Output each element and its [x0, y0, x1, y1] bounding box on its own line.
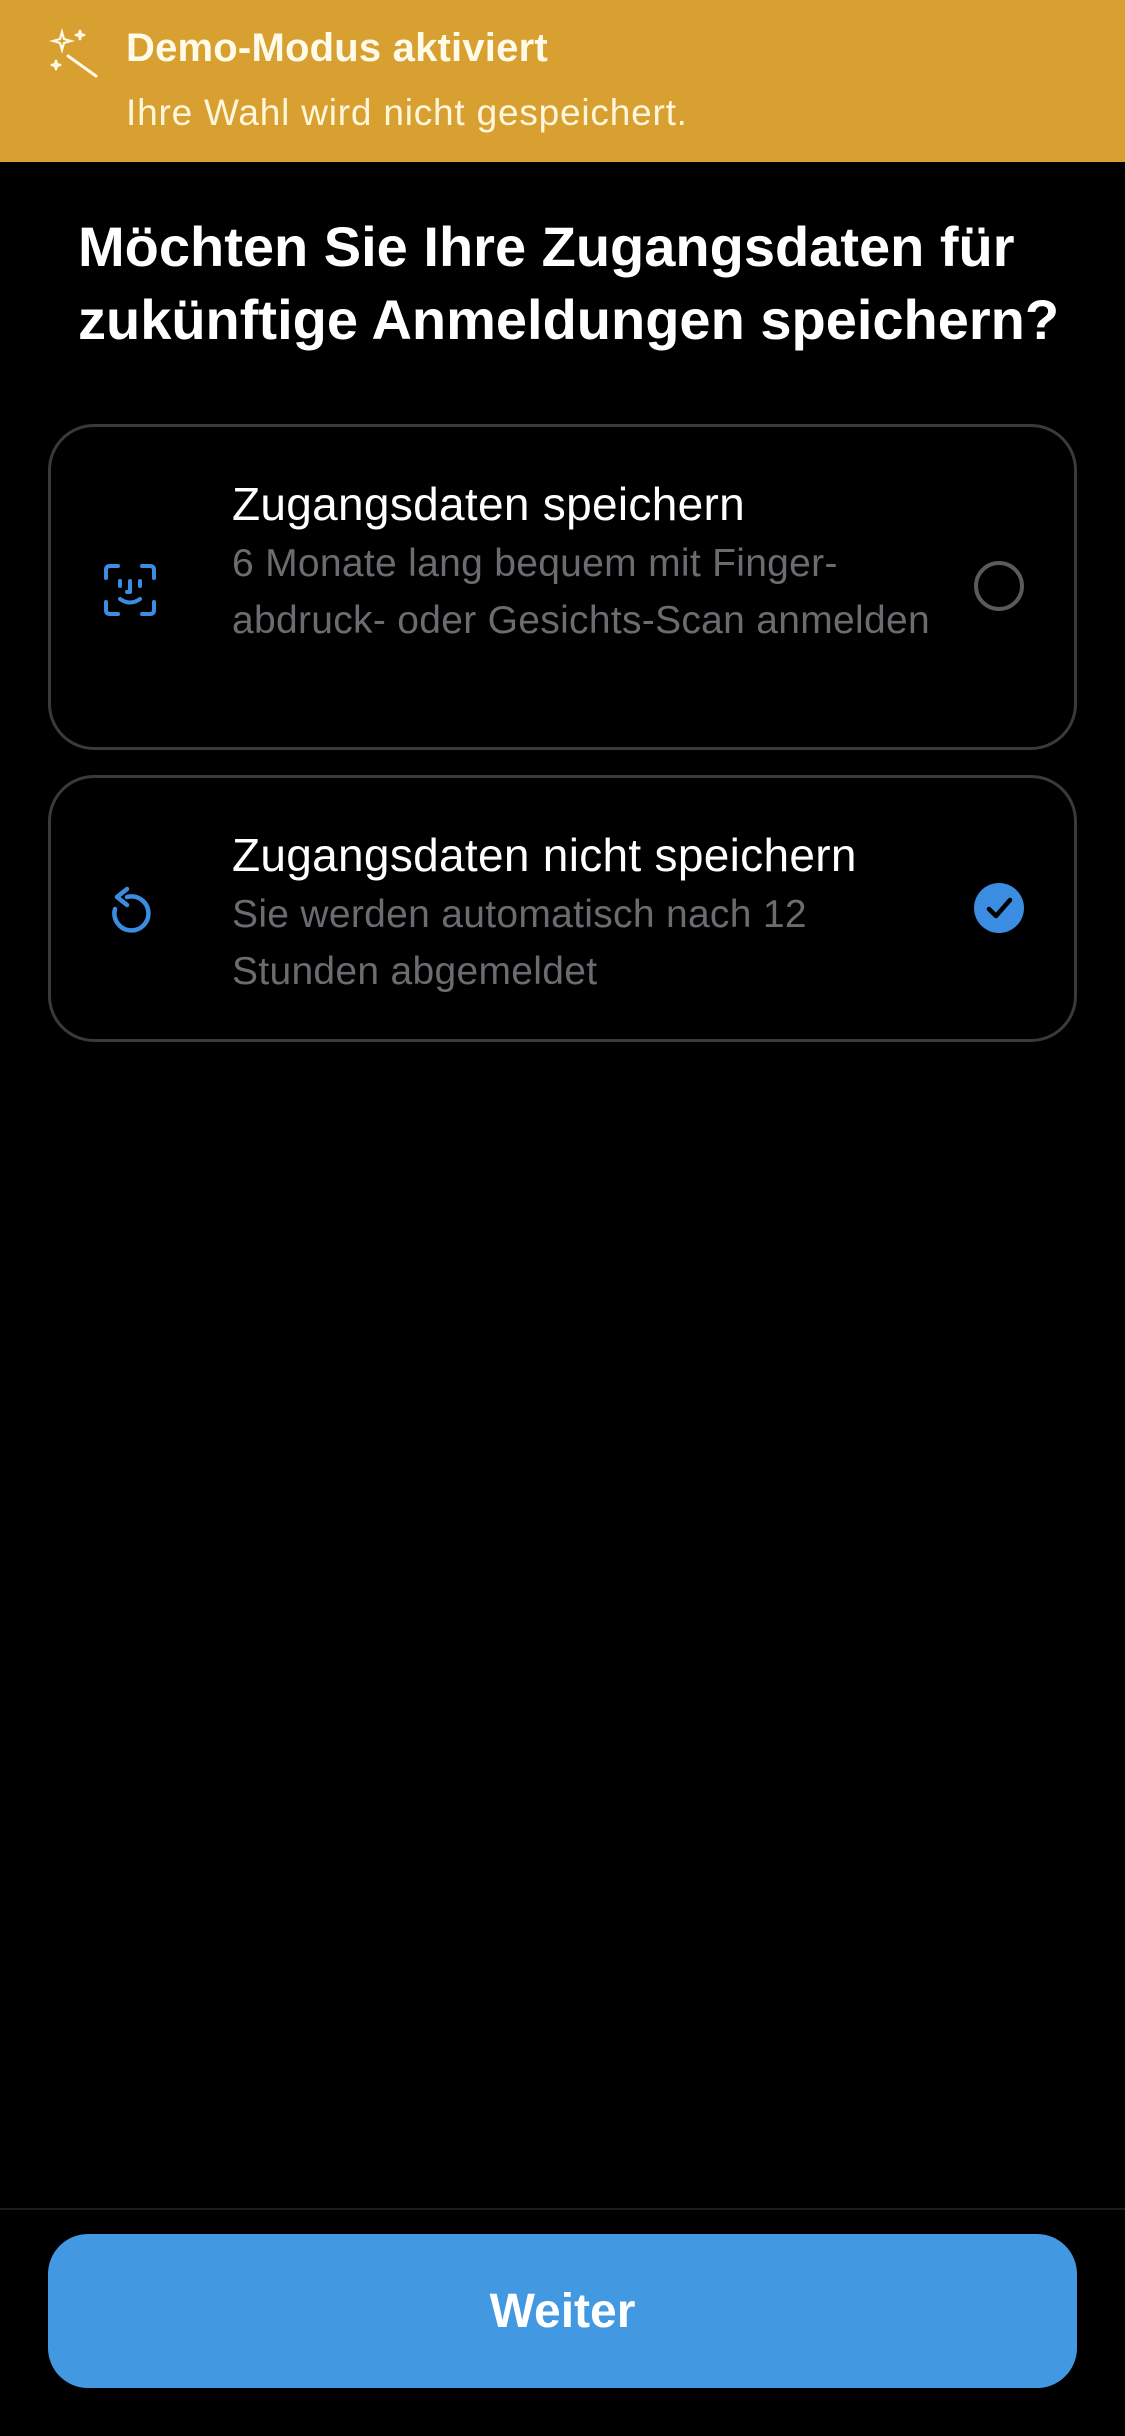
demo-mode-banner: Demo-Modus aktiviert Ihre Wahl wird nich… [0, 0, 1125, 162]
radio-unselected[interactable] [974, 561, 1024, 611]
option-save-credentials[interactable]: Zugangsdaten speichern 6 Monate lang beq… [48, 424, 1077, 750]
footer-divider [0, 2208, 1125, 2210]
banner-title: Demo-Modus aktiviert [126, 26, 548, 70]
option-title: Zugangsdaten speichern [232, 478, 745, 530]
refresh-icon [112, 886, 151, 933]
page-title: Möchten Sie Ihre Zugangsdaten für zukünf… [78, 215, 1060, 351]
continue-button[interactable]: Weiter [48, 2234, 1077, 2388]
option-description: 6 Monate lang bequem mit Finger-abdruck-… [232, 542, 930, 642]
option-description: Sie werden automatisch nach 12 Stunden a… [232, 893, 807, 993]
magic-sparkles-icon [48, 27, 98, 78]
option-title: Zugangsdaten nicht speichern [232, 829, 857, 881]
checkmark-icon [986, 897, 1013, 919]
face-scan-icon [104, 564, 156, 616]
radio-selected[interactable] [974, 883, 1024, 933]
option-dont-save-credentials[interactable]: Zugangsdaten nicht speichern Sie werden … [48, 775, 1077, 1042]
banner-subtitle: Ihre Wahl wird nicht gespeichert. [126, 92, 688, 133]
